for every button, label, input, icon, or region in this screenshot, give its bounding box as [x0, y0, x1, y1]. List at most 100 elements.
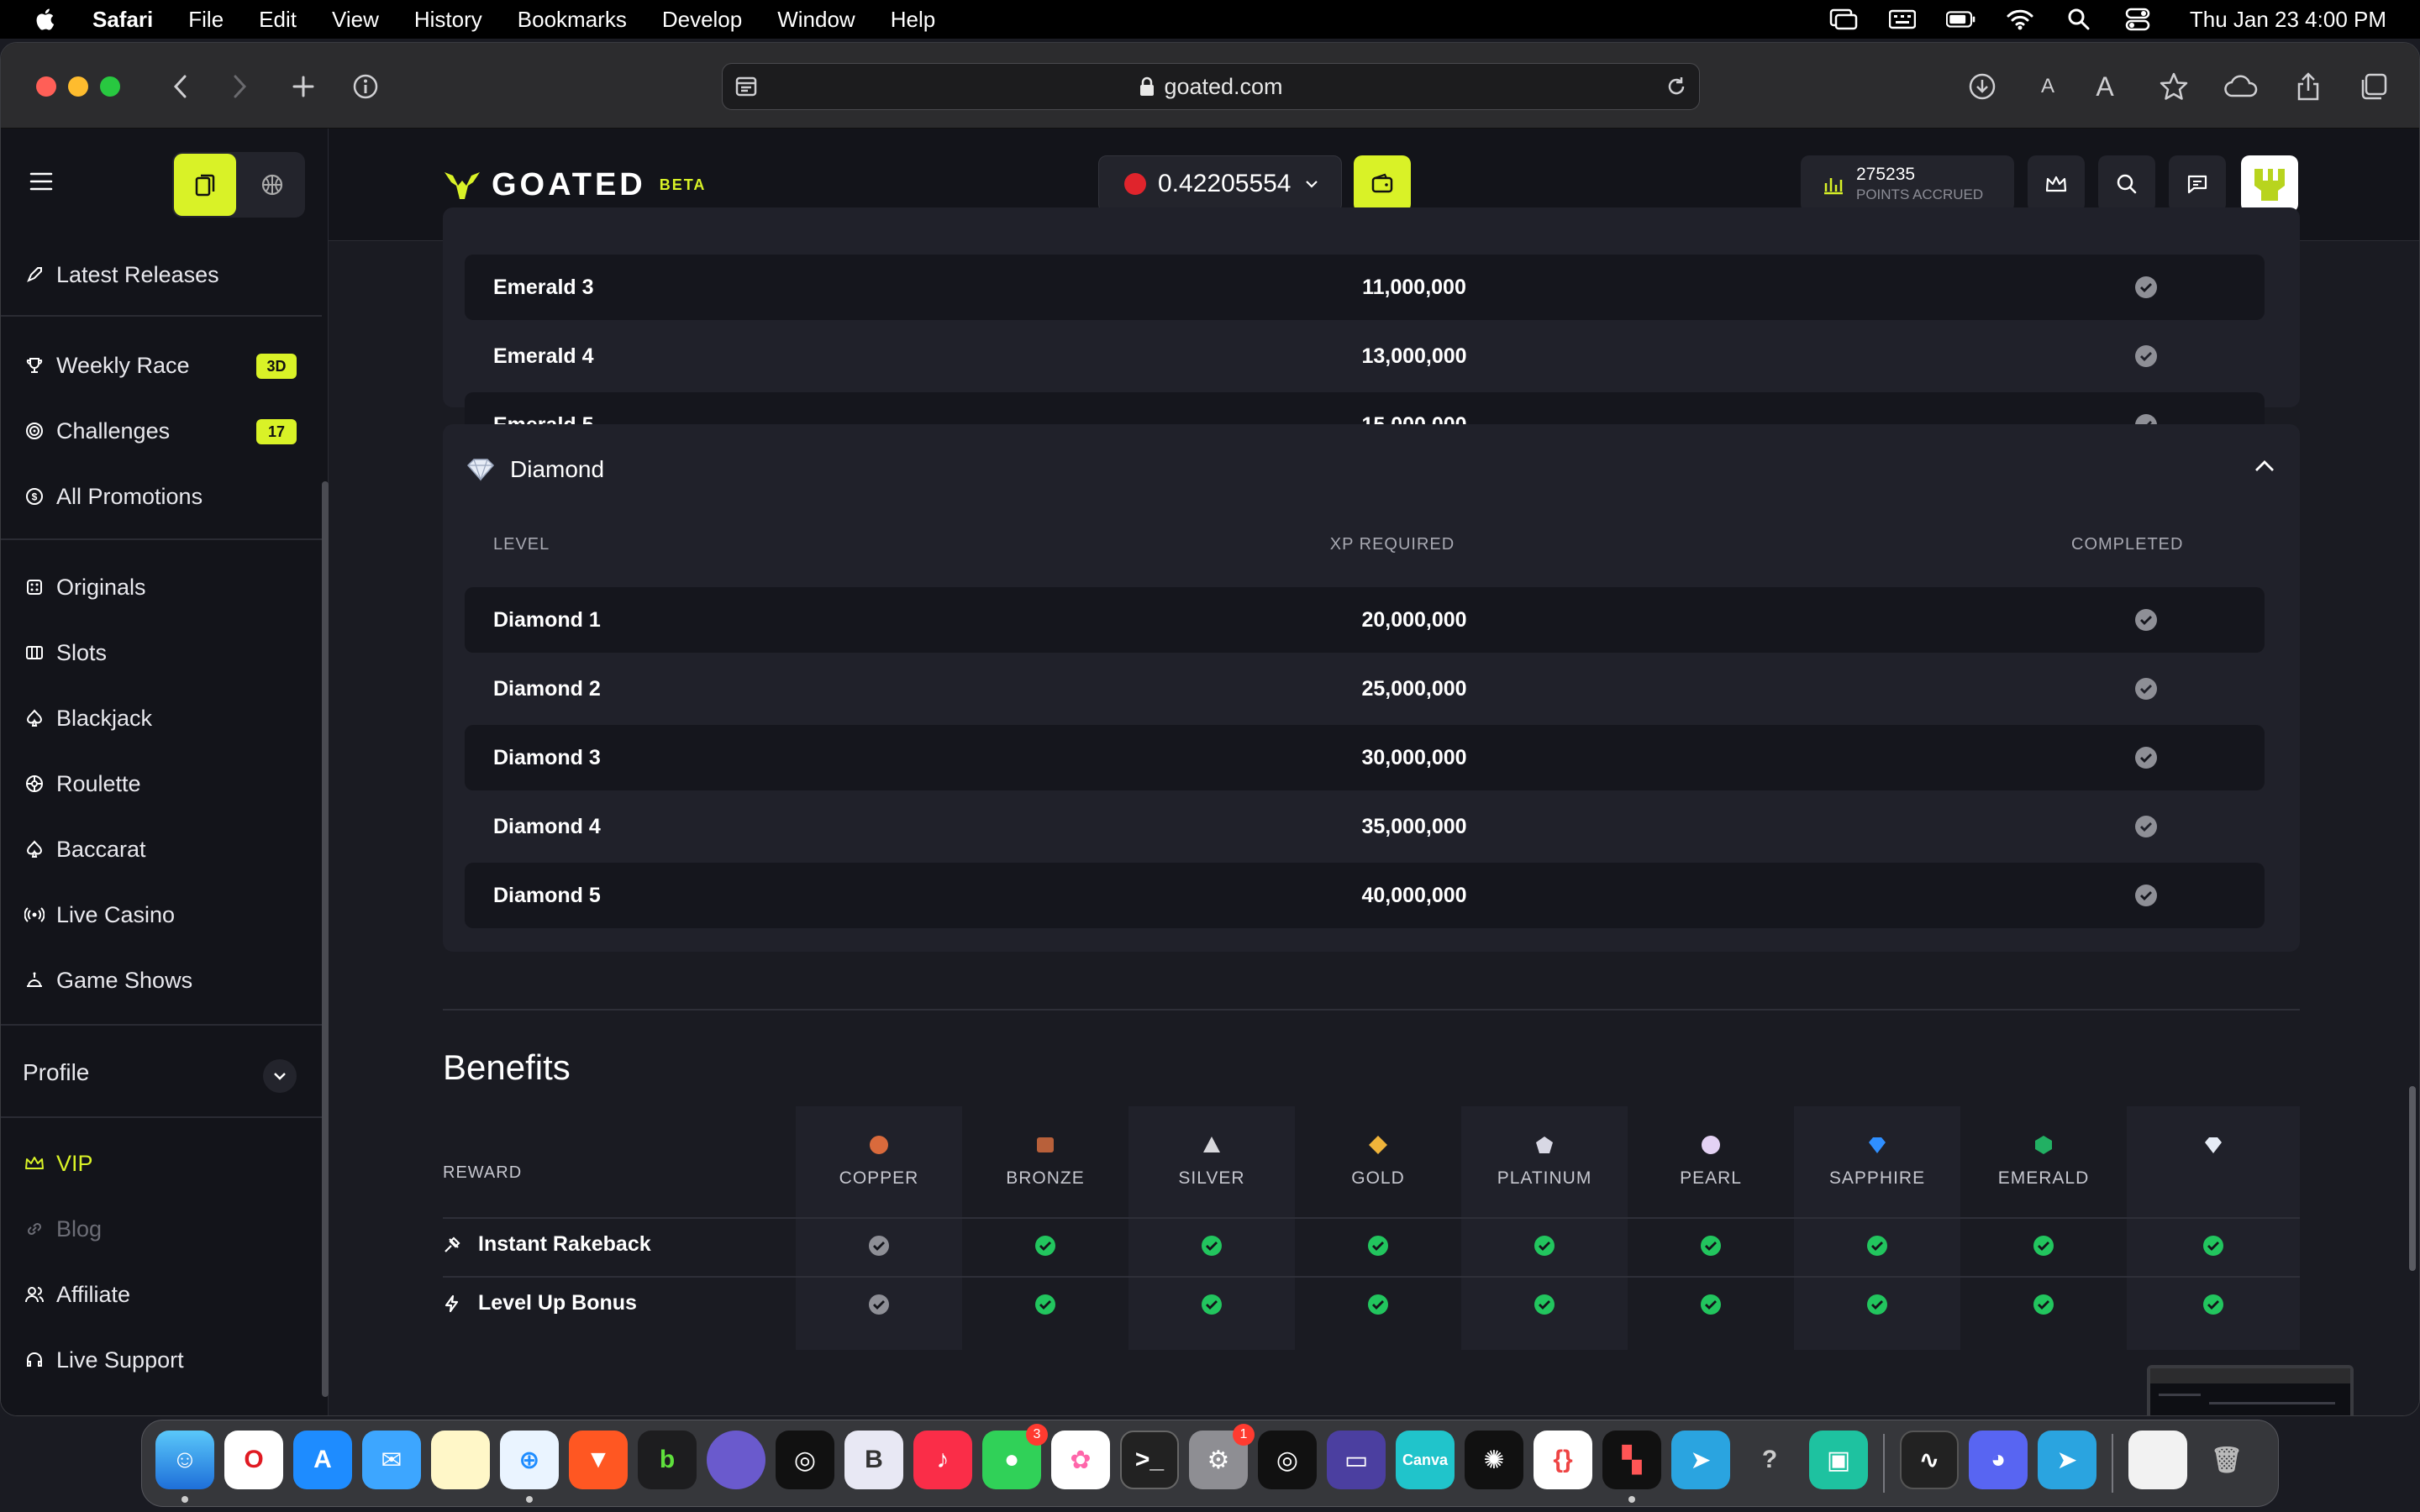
sphere-app[interactable] [707, 1431, 765, 1489]
sidebar-item-blackjack[interactable]: Blackjack [24, 701, 152, 735]
sidebar-item-roulette[interactable]: Roulette [24, 767, 141, 801]
info-icon[interactable] [347, 68, 384, 105]
sidebar-item-live-casino[interactable]: Live Casino [24, 898, 175, 932]
canva-app[interactable]: Canva [1396, 1431, 1455, 1489]
new-tab-icon[interactable] [285, 68, 322, 105]
menu-window[interactable]: Window [777, 7, 855, 33]
photos-app[interactable]: ✿ [1051, 1431, 1110, 1489]
notes-app[interactable] [431, 1431, 490, 1489]
text-smaller-icon[interactable]: A [2029, 68, 2066, 105]
menu-edit[interactable]: Edit [259, 7, 297, 33]
finder-app[interactable]: ☺ [155, 1431, 214, 1489]
menubar-clock[interactable]: Thu Jan 23 4:00 PM [2190, 7, 2386, 33]
sidebar-item-originals[interactable]: Originals [24, 570, 146, 604]
screenshot-thumbnail[interactable] [2147, 1365, 2354, 1415]
bookmark-star-icon[interactable] [2155, 68, 2192, 105]
share-icon[interactable] [2290, 68, 2327, 105]
back-icon[interactable] [162, 68, 199, 105]
tab-overview-icon[interactable] [2355, 68, 2392, 105]
search-button[interactable] [2098, 155, 2155, 213]
check-circle-icon [1867, 1236, 1887, 1256]
menu-bookmarks[interactable]: Bookmarks [518, 7, 627, 33]
roulette-icon [24, 774, 45, 794]
mail-app[interactable]: ✉ [362, 1431, 421, 1489]
trash-icon[interactable]: 🗑 [2197, 1431, 2256, 1489]
music-app[interactable]: ♪ [913, 1431, 972, 1489]
sidebar-item-all-promotions[interactable]: $ All Promotions [24, 480, 203, 513]
terminal-app[interactable]: >_ [1120, 1431, 1179, 1489]
sidebar-scrollbar[interactable] [322, 481, 329, 1397]
brave-app[interactable]: ▼ [569, 1431, 628, 1489]
chat-button[interactable] [2169, 155, 2226, 213]
chevron-down-icon[interactable] [263, 1059, 297, 1093]
discord-app[interactable]: ◕ [1969, 1431, 2028, 1489]
menu-icon[interactable] [29, 172, 53, 191]
menu-help[interactable]: Help [891, 7, 935, 33]
sidebar-item-vip[interactable]: VIP [24, 1147, 93, 1180]
profile-dropdown[interactable]: Profile [23, 1056, 89, 1089]
sidebar-item-slots[interactable]: Slots [24, 636, 107, 669]
activity-monitor-app[interactable]: ∿ [1900, 1431, 1959, 1489]
help-app[interactable]: ? [1740, 1431, 1799, 1489]
screen-mirroring-icon[interactable] [1828, 8, 1859, 31]
casino-toggle[interactable] [174, 154, 236, 216]
cursor-app-2[interactable]: ◎ [1258, 1431, 1317, 1489]
app-store-app[interactable]: A [293, 1431, 352, 1489]
page-scrollbar[interactable] [2409, 1086, 2416, 1271]
downloads-icon[interactable] [1964, 68, 2001, 105]
slots-icon [24, 643, 45, 663]
vip-button[interactable] [2028, 155, 2085, 213]
keyboard-icon[interactable] [1887, 8, 1918, 31]
user-avatar[interactable] [2241, 155, 2298, 213]
sidebar-item-weekly-race[interactable]: Weekly Race [24, 349, 190, 382]
close-window-button[interactable] [36, 76, 56, 97]
wifi-icon[interactable] [2005, 8, 2035, 31]
points-display[interactable]: 275235 POINTS ACCRUED [1801, 155, 2014, 213]
gameboy-app[interactable]: ▭ [1327, 1431, 1386, 1489]
zoom-window-button[interactable] [100, 76, 120, 97]
sidebar-item-live-support[interactable]: Live Support [24, 1343, 184, 1377]
minimize-window-button[interactable] [68, 76, 88, 97]
bettor-app[interactable]: b [638, 1431, 697, 1489]
sidebar-item-latest-releases[interactable]: Latest Releases [24, 258, 219, 291]
goated-logo[interactable]: GOATED BETA [443, 167, 706, 203]
wallet-icon [1371, 173, 1393, 193]
telegram-app-2[interactable]: ➤ [2038, 1431, 2096, 1489]
reload-icon[interactable] [1665, 76, 1687, 97]
check-circle-icon [1534, 1236, 1555, 1256]
sidebar-item-game-shows[interactable]: Game Shows [24, 963, 192, 997]
chat-app[interactable]: ▣ [1809, 1431, 1868, 1489]
chatgpt-app[interactable]: ✺ [1465, 1431, 1523, 1489]
tableplus-app[interactable]: ▚ [1602, 1431, 1661, 1489]
page-menu-icon[interactable] [734, 76, 758, 97]
control-center-icon[interactable] [2123, 8, 2153, 31]
address-bar[interactable]: goated.com [722, 63, 1700, 110]
forward-icon[interactable] [221, 68, 258, 105]
menu-view[interactable]: View [332, 7, 379, 33]
downloads-stack[interactable] [2128, 1431, 2187, 1489]
sports-toggle[interactable] [241, 154, 303, 216]
sidebar-item-baccarat[interactable]: Baccarat [24, 832, 146, 866]
diamond-title[interactable]: Diamond [510, 456, 604, 483]
sidebar-item-blog[interactable]: Blog [24, 1212, 102, 1246]
sidebar-item-affiliate[interactable]: Affiliate [24, 1278, 130, 1311]
menu-file[interactable]: File [188, 7, 224, 33]
battery-icon[interactable] [1945, 8, 1976, 31]
cursor-app[interactable]: ◎ [776, 1431, 834, 1489]
chevron-up-icon[interactable] [2253, 458, 2276, 475]
opera-app[interactable]: O [224, 1431, 283, 1489]
sidebar-item-challenges[interactable]: Challenges [24, 414, 170, 448]
menu-develop[interactable]: Develop [662, 7, 742, 33]
spotlight-search-icon[interactable] [2064, 8, 2094, 31]
telegram-app[interactable]: ➤ [1671, 1431, 1730, 1489]
text-larger-icon[interactable]: A [2086, 68, 2123, 105]
bbedit-app[interactable]: B [844, 1431, 903, 1489]
balance-selector[interactable]: 0.42205554 [1098, 155, 1342, 213]
menu-safari[interactable]: Safari [92, 7, 153, 33]
apple-icon[interactable] [34, 7, 59, 32]
menu-history[interactable]: History [414, 7, 482, 33]
icloud-icon[interactable] [2223, 68, 2260, 105]
code-editor-app[interactable]: {} [1534, 1431, 1592, 1489]
safari-app[interactable]: ⊕ [500, 1431, 559, 1489]
wallet-button[interactable] [1354, 155, 1411, 213]
